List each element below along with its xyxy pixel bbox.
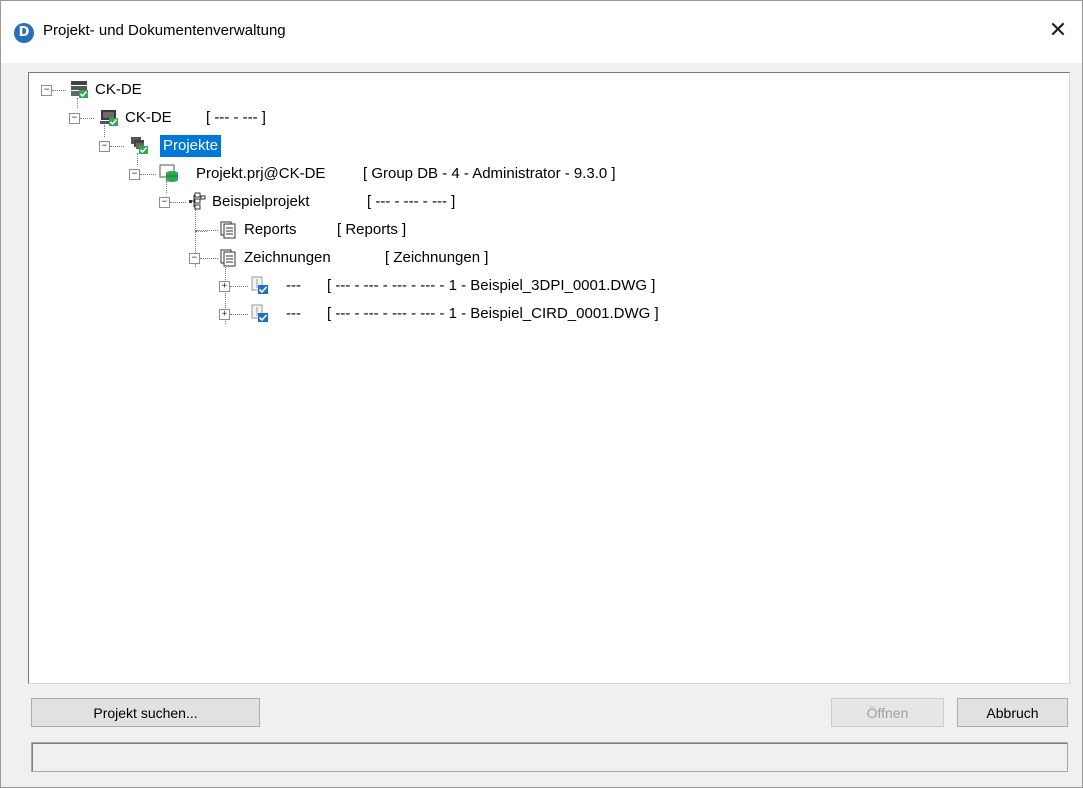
- tree-connector: [52, 90, 66, 91]
- window-title: Projekt- und Dokumentenverwaltung: [43, 22, 286, 39]
- tree-node-label: CK-DE: [95, 81, 142, 98]
- tree-node-info: [ --- - --- - --- - --- - 1 - Beispiel_C…: [327, 305, 659, 322]
- tree-node-info: [ Group DB - 4 - Administrator - 9.3.0 ]: [363, 165, 616, 182]
- drawing-checked-icon: [251, 276, 268, 294]
- server-stack-icon: [71, 81, 88, 98]
- tree-connector: [110, 146, 124, 147]
- tree-node-info: [ --- - --- - --- ]: [367, 193, 456, 210]
- tree-connector: [170, 202, 186, 203]
- tree-node-label: ---: [286, 305, 301, 322]
- tree-connector: [196, 230, 218, 231]
- tree-connector: [140, 174, 156, 175]
- tree-node-label: Projekt.prj@CK-DE: [196, 165, 326, 182]
- tree-node-label: Beispielprojekt: [212, 193, 310, 210]
- tree-connector: [200, 258, 218, 259]
- search-project-button[interactable]: Projekt suchen...: [31, 698, 260, 727]
- computer-icon: [100, 110, 118, 126]
- collapse-toggle[interactable]: −: [69, 113, 80, 124]
- collapse-toggle[interactable]: −: [189, 253, 200, 264]
- app-logo-icon: D: [14, 23, 34, 43]
- expand-toggle[interactable]: +: [219, 281, 230, 292]
- project-tree-view[interactable]: − CK-DE − CK-DE [--- - ---] − Projekte…: [28, 72, 1070, 684]
- cancel-button[interactable]: Abbruch: [957, 698, 1068, 727]
- collapse-toggle[interactable]: −: [99, 141, 110, 152]
- tree-connector: [77, 98, 78, 108]
- collapse-toggle[interactable]: −: [41, 85, 52, 96]
- title-bar: D Projekt- und Dokumentenverwaltung ✕: [1, 1, 1082, 63]
- close-button[interactable]: ✕: [1044, 17, 1072, 45]
- tree-node-info: [ Zeichnungen ]: [385, 249, 489, 266]
- tree-node-label-selected: Projekte: [160, 135, 222, 157]
- documents-icon: [220, 221, 236, 239]
- dialog-window: D Projekt- und Dokumentenverwaltung ✕ −: [0, 0, 1083, 788]
- status-bar: [31, 742, 1068, 772]
- tree-node-label: Zeichnungen: [244, 249, 331, 266]
- project-structure-icon: [189, 192, 206, 210]
- tree-node-info: [ Reports ]: [337, 221, 407, 238]
- tree-connector: [80, 118, 94, 119]
- projects-folder-icon: [131, 137, 148, 154]
- documents-icon: [220, 249, 236, 267]
- tree-node-label: CK-DE: [125, 109, 172, 126]
- tree-node-info: [ --- - --- - --- - --- - 1 - Beispiel_3…: [327, 277, 656, 294]
- collapse-toggle[interactable]: −: [159, 197, 170, 208]
- tree-connector: [230, 314, 248, 315]
- tree: − CK-DE − CK-DE [--- - ---] − Projekte…: [29, 73, 1069, 683]
- database-icon: [159, 164, 178, 182]
- tree-connector: [230, 286, 248, 287]
- tree-node-label: Reports: [244, 221, 297, 238]
- tree-node-label: ---: [286, 277, 301, 294]
- collapse-toggle[interactable]: −: [129, 169, 140, 180]
- open-button[interactable]: Öffnen: [831, 698, 944, 727]
- tree-node-info: [ --- - --- ]: [206, 109, 266, 126]
- expand-toggle[interactable]: +: [219, 309, 230, 320]
- tree-connector: [195, 231, 207, 232]
- drawing-checked-icon: [251, 304, 268, 322]
